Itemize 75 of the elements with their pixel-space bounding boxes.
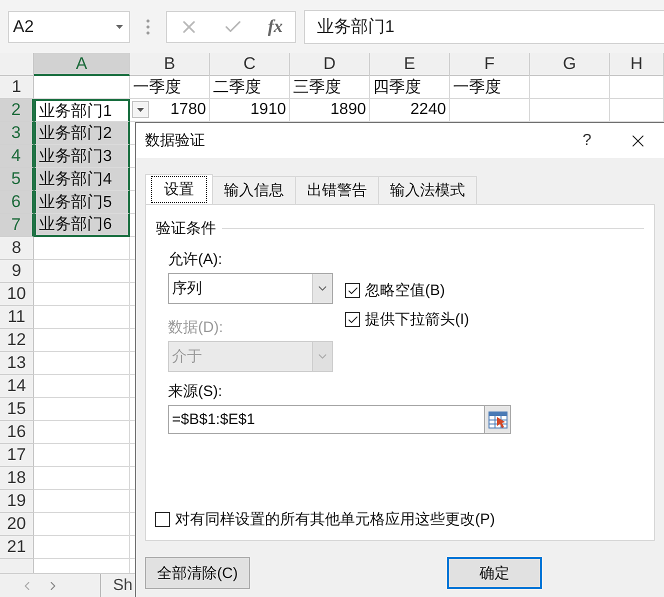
caret-icon bbox=[116, 24, 123, 28]
row-header[interactable]: 18 bbox=[0, 467, 34, 490]
row-header[interactable]: 15 bbox=[0, 398, 34, 421]
row-header[interactable]: 16 bbox=[0, 421, 34, 444]
column-header[interactable]: G bbox=[530, 53, 610, 76]
row-header[interactable]: 20 bbox=[0, 513, 34, 536]
checkbox-label: 提供下拉箭头(I) bbox=[365, 310, 470, 329]
column-header[interactable]: D bbox=[290, 53, 370, 76]
cell-text: 1780 bbox=[170, 101, 206, 119]
range-picker-button[interactable] bbox=[484, 406, 510, 433]
caret-icon bbox=[137, 108, 144, 112]
column-header[interactable]: C bbox=[210, 53, 290, 76]
allow-select[interactable]: 序列 bbox=[168, 273, 333, 304]
column-header[interactable]: B bbox=[130, 53, 210, 76]
checkbox[interactable] bbox=[155, 512, 170, 527]
table-cell: 2240 bbox=[370, 99, 450, 122]
dropdown-button[interactable] bbox=[132, 101, 149, 118]
check-icon bbox=[346, 314, 358, 326]
row-header[interactable]: 10 bbox=[0, 283, 34, 306]
row-header[interactable]: 3 bbox=[0, 122, 34, 145]
row-header[interactable]: 4 bbox=[0, 145, 34, 168]
checkbox[interactable] bbox=[345, 312, 360, 327]
help-button[interactable]: ? bbox=[562, 132, 612, 150]
row-header[interactable]: 21 bbox=[0, 536, 34, 559]
row-header[interactable]: 2 bbox=[0, 99, 34, 122]
column-header[interactable]: F bbox=[450, 53, 530, 76]
row-header[interactable]: 11 bbox=[0, 306, 34, 329]
dialog-button[interactable]: 全部清除(C) bbox=[145, 557, 250, 589]
source-field[interactable]: =$B$1:$E$1 bbox=[168, 405, 511, 434]
row-header[interactable]: 17 bbox=[0, 444, 34, 467]
dialog-button[interactable]: 确定 bbox=[447, 557, 542, 589]
row-header[interactable]: 9 bbox=[0, 260, 34, 283]
table-cell: 一季度 bbox=[130, 76, 210, 99]
row-header[interactable]: 5 bbox=[0, 168, 34, 191]
field-label: 允许(A): bbox=[168, 250, 222, 269]
row-header[interactable]: 12 bbox=[0, 329, 34, 352]
row-header[interactable]: 19 bbox=[0, 490, 34, 513]
row-header[interactable]: 13 bbox=[0, 352, 34, 375]
formula-field[interactable]: 业务部门1 bbox=[304, 10, 664, 44]
table-cell: 业务部门4 bbox=[34, 168, 130, 191]
column-header[interactable]: E bbox=[370, 53, 450, 76]
row-header[interactable]: 6 bbox=[0, 191, 34, 214]
grip-icon bbox=[146, 18, 150, 34]
table-icon bbox=[488, 410, 508, 430]
table-cell: 业务部门5 bbox=[34, 191, 130, 214]
dialog-title: 数据验证 bbox=[145, 131, 206, 150]
table-cell: 二季度 bbox=[210, 76, 290, 99]
row-header[interactable]: 14 bbox=[0, 375, 34, 398]
check-icon bbox=[346, 284, 358, 296]
tab[interactable]: 输入法模式 bbox=[378, 176, 477, 204]
table-cell: 业务部门3 bbox=[34, 145, 130, 168]
column-header[interactable]: A bbox=[34, 53, 130, 76]
table-cell: 一季度 bbox=[450, 76, 530, 99]
table-cell: 1910 bbox=[210, 99, 290, 122]
table-cell: 三季度 bbox=[290, 76, 370, 99]
table-cell: 业务部门1 bbox=[34, 99, 130, 122]
column-header[interactable]: H bbox=[610, 53, 664, 76]
row-header[interactable]: 8 bbox=[0, 237, 34, 260]
table-cell: 业务部门2 bbox=[34, 122, 130, 145]
field-label: 来源(S): bbox=[168, 382, 222, 401]
checkbox[interactable] bbox=[345, 283, 360, 298]
group-title: 验证条件 bbox=[156, 219, 216, 238]
table-cell: 四季度 bbox=[370, 76, 450, 99]
row-header[interactable]: 7 bbox=[0, 214, 34, 237]
name-box[interactable]: A2 bbox=[8, 10, 130, 42]
table-cell: 业务部门6 bbox=[34, 214, 130, 237]
table-cell: 1890 bbox=[290, 99, 370, 122]
row-header[interactable]: 1 bbox=[0, 76, 34, 99]
field-label: 数据(D): bbox=[168, 318, 223, 337]
sheet-tab[interactable]: Sh bbox=[100, 574, 133, 597]
table-cell bbox=[610, 76, 664, 99]
checkbox-label: 对有同样设置的所有其他单元格应用这些更改(P) bbox=[175, 510, 495, 529]
checkbox-label: 忽略空值(B) bbox=[365, 281, 445, 300]
tab[interactable]: 设置 bbox=[145, 174, 213, 204]
insert-function-button[interactable]: fx bbox=[268, 16, 283, 37]
